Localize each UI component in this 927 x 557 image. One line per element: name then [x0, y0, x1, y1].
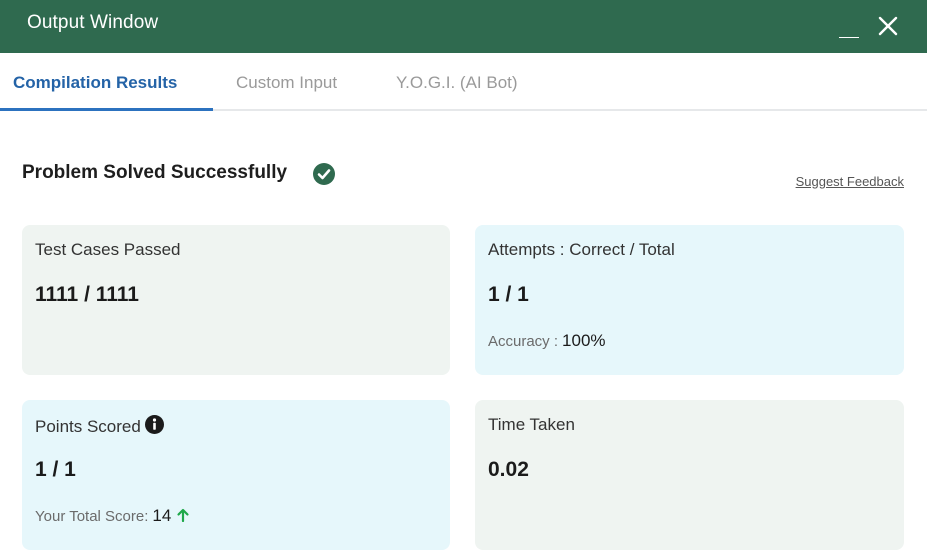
suggest-feedback-link[interactable]: Suggest Feedback	[796, 174, 904, 189]
total-score-row: Your Total Score: 14	[35, 506, 190, 526]
attempts-card: Attempts : Correct / Total 1 / 1 Accurac…	[475, 225, 904, 375]
close-button[interactable]	[877, 15, 899, 37]
attempts-label: Attempts : Correct / Total	[488, 240, 675, 259]
active-tab-indicator	[0, 108, 213, 111]
status-message: Problem Solved Successfully	[22, 162, 288, 183]
arrow-up-icon	[177, 508, 189, 522]
tab-bar: Compilation Results Custom Input Y.O.G.I…	[0, 53, 927, 111]
tab-yogi-ai-bot[interactable]: Y.O.G.I. (AI Bot)	[396, 73, 518, 93]
time-taken-card: Time Taken 0.02	[475, 400, 904, 550]
total-score-value: 14	[152, 506, 172, 525]
test-cases-card: Test Cases Passed 1111 / 1111	[22, 225, 450, 375]
points-value: 1 / 1	[35, 458, 76, 481]
test-cases-label: Test Cases Passed	[35, 240, 181, 259]
points-label-row: Points Scored	[35, 415, 164, 437]
close-icon	[878, 16, 898, 36]
check-circle-icon	[313, 163, 335, 185]
accuracy-row: Accuracy :100%	[488, 331, 606, 351]
attempts-value: 1 / 1	[488, 283, 529, 306]
title-bar: Output Window	[0, 0, 927, 53]
tab-compilation-results[interactable]: Compilation Results	[13, 73, 177, 93]
tab-custom-input[interactable]: Custom Input	[236, 73, 337, 93]
accuracy-value: 100%	[562, 331, 606, 350]
minimize-button[interactable]	[837, 22, 861, 38]
test-cases-value: 1111 / 1111	[35, 283, 139, 306]
accuracy-label: Accuracy :	[488, 333, 559, 350]
points-label: Points Scored	[35, 417, 141, 436]
window-title: Output Window	[27, 12, 159, 33]
time-taken-value: 0.02	[488, 458, 529, 481]
total-score-label: Your Total Score:	[35, 508, 149, 525]
time-taken-label: Time Taken	[488, 415, 575, 434]
points-card: Points Scored 1 / 1 Your Total Score: 14	[22, 400, 450, 550]
info-icon[interactable]	[144, 415, 164, 434]
minimize-icon	[839, 36, 859, 38]
